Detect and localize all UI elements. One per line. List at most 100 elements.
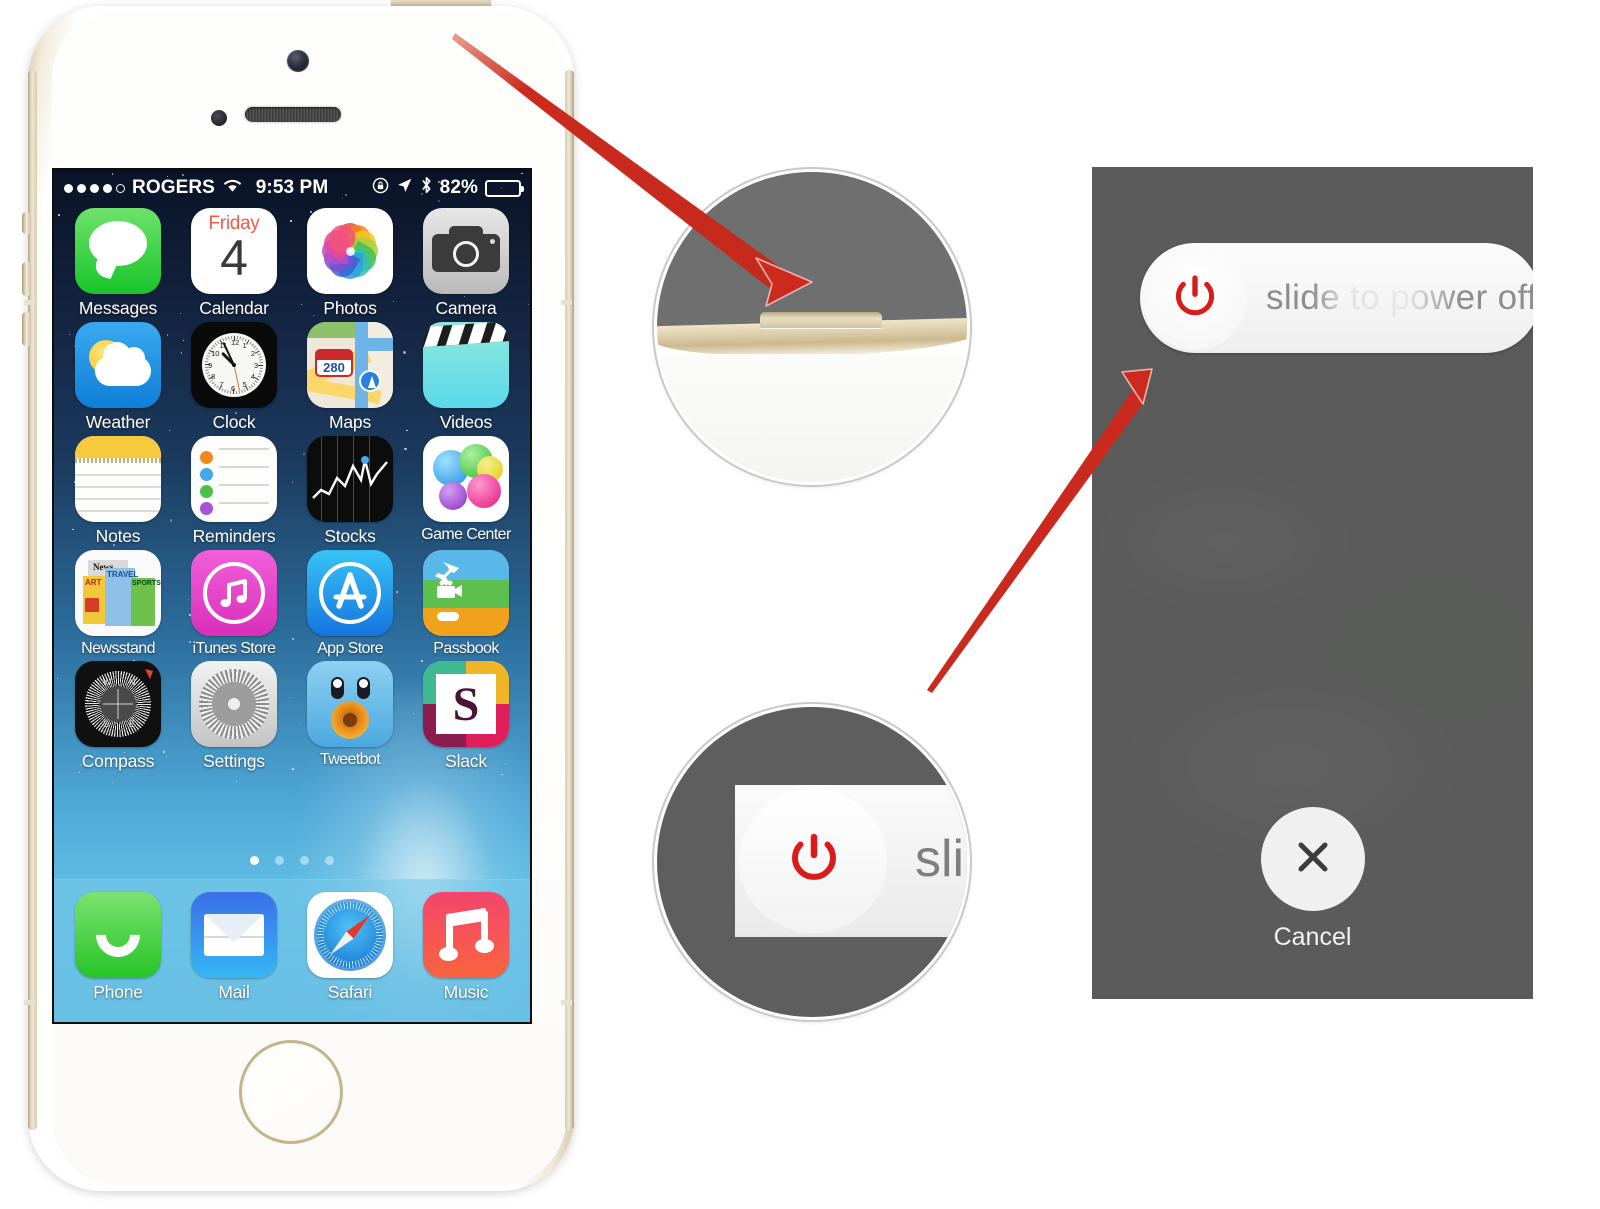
map-location-pin	[359, 370, 381, 392]
settings-icon[interactable]	[191, 661, 277, 747]
battery-icon	[485, 180, 521, 197]
closeup-phone-front	[657, 354, 967, 482]
camera-icon[interactable]	[423, 208, 509, 294]
app-calendar[interactable]: Friday 4 Calendar	[178, 208, 290, 319]
app-label: Music	[410, 982, 522, 1003]
app-reminders[interactable]: Reminders	[178, 436, 290, 547]
music-icon[interactable]	[423, 892, 509, 978]
compass-icon[interactable]: W N S E	[75, 661, 161, 747]
game-center-icon[interactable]	[423, 436, 509, 522]
mail-icon[interactable]	[191, 892, 277, 978]
calendar-date: 4	[191, 235, 277, 281]
stocks-icon[interactable]	[307, 436, 393, 522]
app-label: Photos	[294, 298, 406, 319]
cancel-label: Cancel	[1092, 923, 1533, 952]
close-x-icon	[1290, 834, 1336, 885]
power-icon	[1169, 270, 1221, 327]
app-clock[interactable]: 121234567891011 Clock	[178, 322, 290, 433]
app-slack[interactable]: S Slack	[410, 661, 522, 772]
app-photos[interactable]: Photos	[294, 208, 406, 319]
app-label: Safari	[294, 982, 406, 1003]
page-indicator-dots[interactable]	[54, 856, 530, 865]
slider-knob[interactable]	[1143, 246, 1247, 350]
app-label: Notes	[62, 526, 174, 547]
app-label: Camera	[410, 298, 522, 319]
home-button[interactable]	[242, 1043, 340, 1141]
videos-icon[interactable]	[423, 322, 509, 408]
newsstand-icon[interactable]: News ART TRAVEL SPORTS	[75, 550, 161, 636]
app-store-icon[interactable]	[307, 550, 393, 636]
app-row-4: News ART TRAVEL SPORTS Newsstand iTunes …	[54, 550, 530, 658]
app-game-center[interactable]: Game Center	[410, 436, 522, 547]
app-label: Slack	[410, 751, 522, 772]
iphone-screen[interactable]: ROGERS 9:53 PM 82% Messages Friday 4 Cal…	[52, 168, 532, 1024]
app-messages[interactable]: Messages	[62, 208, 174, 319]
tweetbot-icon[interactable]	[307, 661, 393, 747]
volume-up-button[interactable]	[22, 262, 31, 296]
photos-icon[interactable]	[307, 208, 393, 294]
app-row-1: Messages Friday 4 Calendar Photos Camera	[54, 208, 530, 319]
antenna-band-right	[561, 300, 572, 305]
app-itunes-store[interactable]: iTunes Store	[178, 550, 290, 658]
app-phone[interactable]: Phone	[62, 892, 174, 1003]
clock-icon[interactable]: 121234567891011	[191, 322, 277, 408]
app-safari[interactable]: Safari	[294, 892, 406, 1003]
app-label: Compass	[62, 751, 174, 772]
power-off-screen[interactable]: slide to power off Cancel	[1092, 167, 1533, 999]
app-settings[interactable]: Settings	[178, 661, 290, 772]
notes-icon[interactable]	[75, 436, 161, 522]
status-bar: ROGERS 9:53 PM 82%	[54, 170, 530, 206]
page-dot[interactable]	[300, 856, 309, 865]
maps-icon[interactable]: 280	[307, 322, 393, 408]
page-dot[interactable]	[250, 856, 259, 865]
front-camera	[287, 50, 309, 72]
app-label: Reminders	[178, 526, 290, 547]
app-label: Videos	[410, 412, 522, 433]
app-app-store[interactable]: App Store	[294, 550, 406, 658]
closeup-slider-partial-text: sli	[915, 829, 964, 889]
app-weather[interactable]: Weather	[62, 322, 174, 433]
weather-icon[interactable]	[75, 322, 161, 408]
slide-to-power-off-slider[interactable]: slide to power off	[1140, 243, 1533, 353]
phone-right-edge	[565, 70, 574, 1130]
safari-icon[interactable]	[307, 892, 393, 978]
closeup-background-gray	[657, 172, 967, 328]
status-time: 9:53 PM	[54, 177, 530, 199]
app-label: Calendar	[178, 298, 290, 319]
app-newsstand[interactable]: News ART TRAVEL SPORTS Newsstand	[62, 550, 174, 658]
itunes-store-icon[interactable]	[191, 550, 277, 636]
phone-icon[interactable]	[75, 892, 161, 978]
dock: Phone Mail Safari Music	[54, 879, 530, 1022]
slack-icon[interactable]: S	[423, 661, 509, 747]
app-label: Messages	[62, 298, 174, 319]
cancel-button[interactable]	[1261, 807, 1365, 911]
page-dot[interactable]	[325, 856, 334, 865]
app-passbook[interactable]: Passbook	[410, 550, 522, 658]
reminders-icon[interactable]	[191, 436, 277, 522]
app-label: Settings	[178, 751, 290, 772]
newsstand-tile-label: ART	[85, 578, 101, 587]
passbook-icon[interactable]	[423, 550, 509, 636]
power-slider-closeup-circle: sli	[657, 707, 967, 1017]
sleep-button-closeup-circle	[657, 172, 967, 482]
app-label: Newsstand	[62, 640, 174, 658]
antenna-band-right-lower	[561, 1000, 572, 1005]
messages-icon[interactable]	[75, 208, 161, 294]
app-notes[interactable]: Notes	[62, 436, 174, 547]
ring-silent-switch[interactable]	[22, 212, 31, 234]
volume-down-button[interactable]	[22, 312, 31, 346]
app-label: Stocks	[294, 526, 406, 547]
calendar-icon[interactable]: Friday 4	[191, 208, 277, 294]
app-tweetbot[interactable]: Tweetbot	[294, 661, 406, 772]
app-label: Passbook	[410, 640, 522, 658]
slack-glyph: S	[423, 661, 509, 747]
app-maps[interactable]: 280 Maps	[294, 322, 406, 433]
page-dot[interactable]	[275, 856, 284, 865]
app-mail[interactable]: Mail	[178, 892, 290, 1003]
app-music[interactable]: Music	[410, 892, 522, 1003]
app-camera[interactable]: Camera	[410, 208, 522, 319]
app-label: iTunes Store	[178, 640, 290, 658]
app-compass[interactable]: W N S E Compass	[62, 661, 174, 772]
app-stocks[interactable]: Stocks	[294, 436, 406, 547]
app-videos[interactable]: Videos	[410, 322, 522, 433]
